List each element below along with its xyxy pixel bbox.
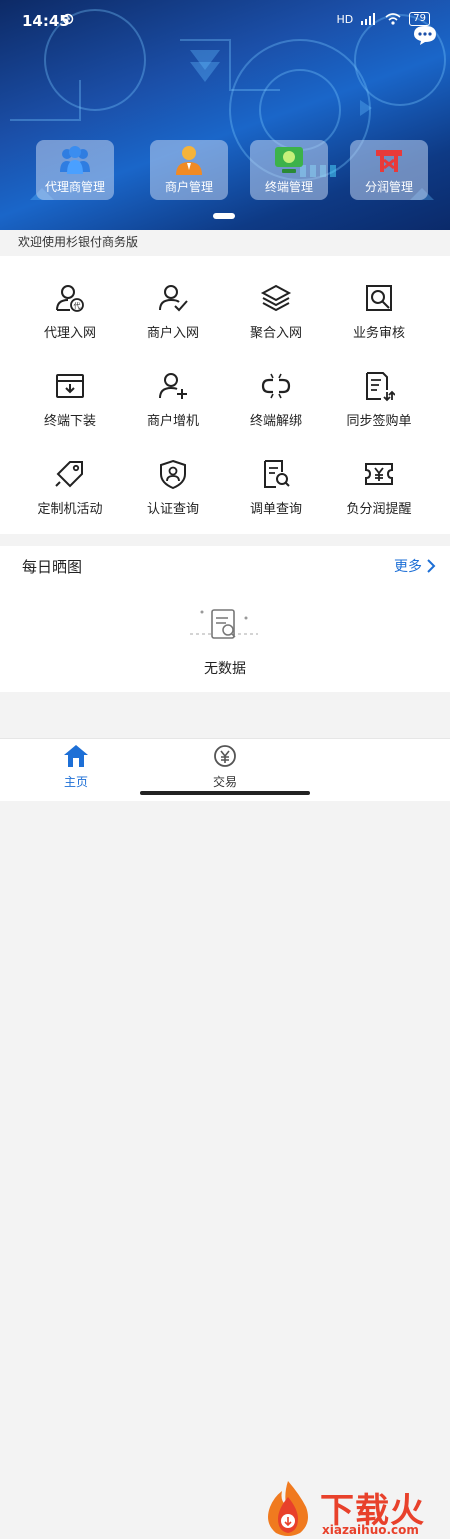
tile-agent-management[interactable]: 代理商管理: [36, 140, 114, 200]
audit-search-icon: [366, 285, 392, 311]
tile-label: 商户管理: [164, 180, 213, 194]
section-title: 每日晒图: [22, 558, 83, 576]
more-link[interactable]: 更多: [394, 556, 436, 576]
grid-item-order-query[interactable]: 调单查询: [220, 436, 332, 524]
network-label: HD: [336, 12, 354, 26]
tile-profit-management[interactable]: 分润管理: [350, 140, 428, 200]
merchant-register-icon: [159, 285, 188, 312]
status-bar: 14:45 HD 79: [0, 0, 450, 40]
top-banner[interactable]: 14:45 HD 79 代理商管理 商户管理 终端管理 分润管理: [0, 0, 450, 230]
layers-icon: [260, 284, 292, 312]
grid-label: 负分润提醒: [346, 502, 412, 517]
agent-register-icon: 代: [56, 285, 84, 312]
team-icon: [60, 146, 90, 174]
home-icon: [64, 745, 88, 767]
grid-item-auth-query[interactable]: 认证查询: [117, 436, 229, 524]
grid-label: 认证查询: [146, 502, 199, 517]
download-box-icon: [56, 374, 84, 398]
tile-terminal-management[interactable]: 终端管理: [250, 140, 328, 200]
profit-share-icon: [376, 150, 402, 172]
alarm-icon: [62, 13, 74, 25]
svg-text:代: 代: [74, 301, 81, 310]
banner-tiles: 代理商管理 商户管理 终端管理 分润管理: [0, 140, 450, 200]
grid-item-terminal-unbind[interactable]: 终端解绑: [220, 348, 332, 436]
message-bubble-icon[interactable]: [412, 24, 438, 46]
gesture-bar[interactable]: [140, 791, 310, 795]
wifi-icon: [385, 13, 401, 25]
flame-logo-icon: [268, 1481, 308, 1536]
grid-item-merchant-register[interactable]: 商户入网: [117, 260, 229, 348]
tab-label: 主页: [63, 775, 88, 789]
unlink-icon: [261, 373, 291, 399]
grid-label: 商户入网: [146, 326, 199, 341]
yen-cycle-icon: [214, 745, 236, 767]
grid-item-aggregate-register[interactable]: 聚合入网: [220, 260, 332, 348]
welcome-bar: 欢迎使用杉银付商务版: [0, 230, 450, 256]
daily-photo-section: 每日晒图 更多 无数据: [0, 546, 450, 692]
tab-label: 交易: [212, 775, 237, 789]
watermark-url: xiazaihuo.com: [322, 1523, 419, 1537]
chevron-right-icon: [427, 559, 436, 573]
grid-item-negative-profit-reminder[interactable]: 负分润提醒: [323, 436, 435, 524]
grid-label: 终端下装: [43, 414, 96, 429]
grid-label: 代理入网: [43, 326, 96, 341]
grid-item-sync-receipt[interactable]: 同步签购单: [323, 348, 435, 436]
yen-ticket-icon: [365, 463, 393, 485]
terminal-device-icon: [275, 147, 303, 173]
tag-icon: [55, 461, 83, 488]
signal-icon: [361, 13, 376, 25]
empty-state-text: 无数据: [204, 661, 246, 677]
grid-item-merchant-add-device[interactable]: 商户增机: [117, 348, 229, 436]
merchant-person-icon: [176, 146, 202, 175]
grid-label: 同步签购单: [346, 414, 412, 429]
empty-document-icon: [190, 609, 258, 639]
tab-home[interactable]: 主页: [36, 743, 116, 793]
tile-label: 分润管理: [364, 180, 413, 194]
document-search-icon: [264, 460, 290, 488]
grid-label: 商户增机: [146, 414, 199, 429]
grid-label: 定制机活动: [37, 502, 103, 517]
shield-user-icon: [160, 459, 186, 490]
tile-label: 终端管理: [264, 180, 313, 194]
tab-trade[interactable]: 交易: [185, 743, 265, 793]
tile-label: 代理商管理: [44, 180, 105, 194]
function-grid: 代 代理入网 商户入网 聚合入网 业务审核 终端下装 商户增机 终端解绑 同步签…: [0, 256, 450, 534]
grid-label: 终端解绑: [249, 414, 302, 429]
grid-item-agent-register[interactable]: 代 代理入网: [14, 260, 126, 348]
grid-label: 调单查询: [249, 502, 302, 517]
watermark: 下载火 xiazaihuo.com: [260, 1477, 450, 1539]
grid-item-business-audit[interactable]: 业务审核: [323, 260, 435, 348]
welcome-text: 欢迎使用杉银付商务版: [18, 235, 139, 249]
grid-item-terminal-download[interactable]: 终端下装: [14, 348, 126, 436]
document-sync-icon: [366, 372, 395, 402]
user-add-icon: [159, 373, 187, 399]
banner-page-indicator: [213, 213, 235, 219]
grid-item-custom-activity[interactable]: 定制机活动: [14, 436, 126, 524]
grid-label: 业务审核: [352, 326, 405, 341]
grid-label: 聚合入网: [249, 326, 302, 341]
more-label: 更多: [394, 559, 422, 575]
tile-merchant-management[interactable]: 商户管理: [150, 140, 228, 200]
